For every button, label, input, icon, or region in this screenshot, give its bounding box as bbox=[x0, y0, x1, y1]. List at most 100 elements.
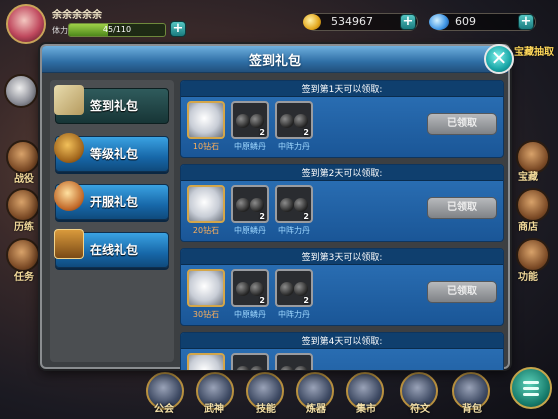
diamond-item-icon[interactable] bbox=[187, 269, 225, 307]
dialog-title-bar: 签到礼包 bbox=[42, 46, 508, 73]
pill-item-icon[interactable]: 2 bbox=[231, 269, 269, 307]
tab-label: 在线礼包 bbox=[90, 243, 139, 257]
close-button[interactable]: ✕ bbox=[484, 44, 514, 74]
reward-card-header: 签到第2天可以领取: bbox=[181, 165, 503, 181]
campaign-icon[interactable] bbox=[6, 140, 40, 174]
reward-card-header: 签到第4天可以领取: bbox=[181, 333, 503, 349]
reward-card-header: 签到第3天可以领取: bbox=[181, 249, 503, 265]
scroll-icon bbox=[54, 85, 84, 115]
stamina-value: 45/110 bbox=[102, 25, 132, 34]
reward-list[interactable]: 签到第1天可以领取: 10钻石 2 中原鳞丹 2 中阵力丹 已领取 签到第2天可… bbox=[178, 80, 506, 370]
training-icon[interactable] bbox=[6, 188, 40, 222]
item-caption: 中原鳞丹 bbox=[234, 226, 266, 235]
pill-icon bbox=[294, 282, 308, 296]
tab-label: 签到礼包 bbox=[90, 99, 139, 113]
bottom-label-guild: 公会 bbox=[154, 404, 174, 415]
reward-card-header: 签到第1天可以领取: bbox=[181, 81, 503, 97]
item-count: 2 bbox=[259, 212, 265, 221]
quest-icon[interactable] bbox=[6, 238, 40, 272]
side-label-treasure: 宝藏 bbox=[518, 172, 538, 183]
bottom-label-war-god: 武神 bbox=[204, 404, 224, 415]
pill-item-icon[interactable]: 2 bbox=[275, 101, 313, 139]
diamond-item-icon[interactable] bbox=[187, 353, 225, 370]
pill-item-icon[interactable]: 2 bbox=[275, 269, 313, 307]
item-caption: 中阵力丹 bbox=[278, 226, 310, 235]
pill-icon bbox=[250, 366, 264, 370]
reward-day-text: 签到第2天可以领取: bbox=[301, 169, 383, 179]
item-caption: 10钻石 bbox=[192, 142, 220, 151]
pill-icon bbox=[280, 114, 294, 128]
bottom-label-forge: 炼器 bbox=[306, 404, 326, 415]
bottom-label-backpack: 背包 bbox=[462, 404, 482, 415]
treasure-chest-icon bbox=[54, 229, 84, 259]
pill-icon bbox=[280, 198, 294, 212]
pill-icon bbox=[250, 114, 264, 128]
claimed-button[interactable]: 已领取 bbox=[427, 113, 497, 135]
gem-value: 609 bbox=[455, 15, 476, 28]
pill-item-icon[interactable] bbox=[275, 353, 313, 370]
claimed-button[interactable]: 已领取 bbox=[427, 197, 497, 219]
pill-icon bbox=[250, 198, 264, 212]
top-hud: 余余余余余 体力 45/110 + 534967 + 609 + bbox=[0, 0, 558, 44]
coin-value: 534967 bbox=[331, 15, 373, 28]
item-caption: 中阵力丹 bbox=[278, 142, 310, 151]
pill-icon bbox=[236, 282, 250, 296]
side-label-functions: 功能 bbox=[518, 272, 538, 283]
reward-card: 签到第1天可以领取: 10钻石 2 中原鳞丹 2 中阵力丹 已领取 bbox=[180, 80, 504, 158]
reward-day-text: 签到第1天可以领取: bbox=[301, 85, 383, 95]
add-coins-button[interactable]: + bbox=[400, 14, 416, 30]
pill-icon bbox=[236, 114, 250, 128]
bottom-label-rune: 符文 bbox=[410, 404, 430, 415]
tab-online-gift[interactable]: 在线礼包 bbox=[54, 229, 169, 268]
item-count: 2 bbox=[303, 128, 309, 137]
pill-icon bbox=[294, 366, 308, 370]
shop-icon[interactable] bbox=[516, 188, 550, 222]
item-caption: 中原鳞丹 bbox=[234, 310, 266, 319]
stamina-label: 体力 bbox=[52, 26, 68, 35]
treasure-draw-banner[interactable]: 宝藏抽取 bbox=[514, 43, 554, 58]
chat-icon[interactable] bbox=[4, 74, 38, 108]
pill-item-icon[interactable]: 2 bbox=[231, 185, 269, 223]
side-label-shop: 商店 bbox=[518, 222, 538, 233]
side-label-training: 历练 bbox=[14, 222, 34, 233]
menu-line-icon bbox=[523, 393, 539, 396]
pill-icon bbox=[250, 282, 264, 296]
pill-icon bbox=[294, 198, 308, 212]
pill-icon bbox=[280, 282, 294, 296]
add-gems-button[interactable]: + bbox=[518, 14, 534, 30]
menu-line-icon bbox=[523, 387, 539, 390]
item-caption: 20钻石 bbox=[192, 226, 220, 235]
item-caption: 中原鳞丹 bbox=[234, 142, 266, 151]
tab-label: 等级礼包 bbox=[90, 147, 139, 161]
stamina-bar: 45/110 bbox=[68, 23, 166, 37]
sign-in-gift-dialog: 签到礼包 签到礼包 等级礼包 开服礼包 在线礼包 签到第1天可以领取: 10钻石 bbox=[40, 44, 510, 370]
tab-sign-in-gift[interactable]: 签到礼包 bbox=[54, 85, 169, 124]
pill-item-icon[interactable] bbox=[231, 353, 269, 370]
claimed-button[interactable]: 已领取 bbox=[427, 281, 497, 303]
functions-icon[interactable] bbox=[516, 238, 550, 272]
reward-card: 签到第4天可以领取: bbox=[180, 332, 504, 370]
add-stamina-button[interactable]: + bbox=[170, 21, 186, 37]
player-avatar[interactable] bbox=[6, 4, 46, 44]
reward-day-text: 签到第4天可以领取: bbox=[301, 337, 383, 347]
pill-icon bbox=[280, 366, 294, 370]
tab-label: 开服礼包 bbox=[90, 195, 139, 209]
reward-card: 签到第2天可以领取: 20钻石 2 中原鳞丹 2 中阵力丹 已领取 bbox=[180, 164, 504, 242]
diamond-item-icon[interactable] bbox=[187, 185, 225, 223]
reward-day-text: 签到第3天可以领取: bbox=[301, 253, 383, 263]
bottom-label-market: 集市 bbox=[356, 404, 376, 415]
diamond-item-icon[interactable] bbox=[187, 101, 225, 139]
tab-level-gift[interactable]: 等级礼包 bbox=[54, 133, 169, 172]
dialog-title: 签到礼包 bbox=[248, 54, 301, 69]
fortune-bag-icon bbox=[54, 181, 84, 211]
menu-line-icon bbox=[523, 381, 539, 384]
pill-icon bbox=[236, 198, 250, 212]
player-name: 余余余余余 bbox=[52, 10, 102, 21]
pill-item-icon[interactable]: 2 bbox=[231, 101, 269, 139]
pill-icon bbox=[294, 114, 308, 128]
main-menu-button[interactable] bbox=[510, 367, 552, 409]
pill-item-icon[interactable]: 2 bbox=[275, 185, 313, 223]
reward-card: 签到第3天可以领取: 30钻石 2 中原鳞丹 2 中阵力丹 已领取 bbox=[180, 248, 504, 326]
tab-server-open-gift[interactable]: 开服礼包 bbox=[54, 181, 169, 220]
gift-category-tabs: 签到礼包 等级礼包 开服礼包 在线礼包 bbox=[50, 80, 174, 362]
